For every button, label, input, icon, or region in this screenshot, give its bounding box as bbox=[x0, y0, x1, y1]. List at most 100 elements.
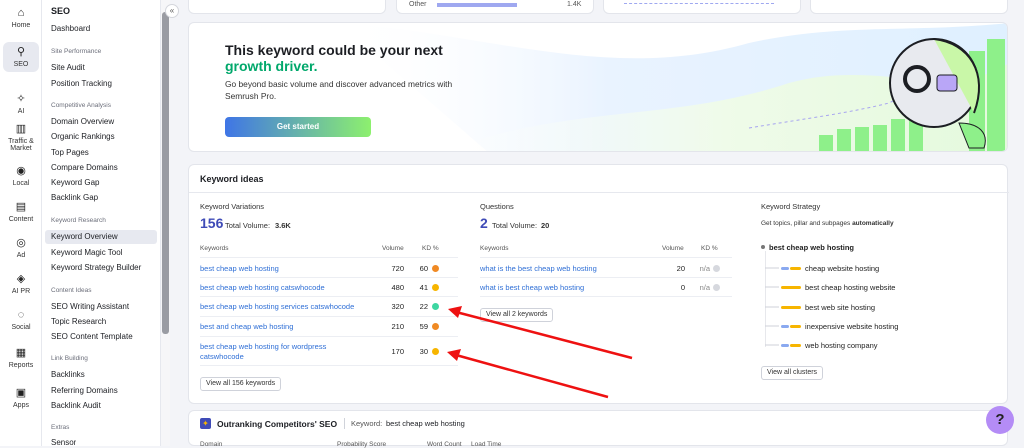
rail-item-local[interactable]: ◉ Local bbox=[0, 164, 42, 187]
row-divider bbox=[200, 316, 458, 317]
cluster-bar bbox=[790, 267, 801, 270]
keyword-link[interactable]: best cheap web hosting catswhocode bbox=[200, 283, 325, 293]
nav-position-tracking[interactable]: Position Tracking bbox=[51, 79, 112, 88]
rail-label: Traffic & bbox=[8, 138, 34, 145]
nav-section-link-building: Link Building bbox=[51, 355, 88, 362]
nav-dashboard[interactable]: Dashboard bbox=[51, 24, 90, 33]
row-divider bbox=[200, 365, 458, 366]
cluster-item[interactable]: best web site hosting bbox=[805, 303, 875, 312]
rail-label: Ad bbox=[16, 252, 26, 259]
row-divider bbox=[200, 257, 458, 258]
strategy-tree-lines bbox=[765, 251, 779, 347]
nav-keyword-strategy-builder[interactable]: Keyword Strategy Builder bbox=[51, 263, 141, 272]
kd-difficulty-dot bbox=[432, 303, 439, 310]
variations-total-value: 3.6K bbox=[275, 221, 291, 230]
promo-banner: This keyword could be your next growth d… bbox=[188, 22, 1008, 152]
nav-backlink-audit[interactable]: Backlink Audit bbox=[51, 401, 101, 410]
nav-section-extras: Extras bbox=[51, 424, 70, 431]
rail-label: Content bbox=[8, 216, 34, 223]
get-started-button[interactable]: Get started bbox=[225, 117, 371, 137]
dashed-line bbox=[624, 3, 774, 4]
rail-item-ai-pr[interactable]: ◈ AI PR bbox=[0, 272, 42, 295]
nav-section-content-ideas: Content Ideas bbox=[51, 287, 92, 294]
ad-icon: ◎ bbox=[16, 237, 26, 249]
cluster-item[interactable]: best cheap hosting website bbox=[805, 283, 895, 292]
view-all-keywords-button[interactable]: View all 156 keywords bbox=[200, 377, 282, 391]
nav-keyword-overview[interactable]: Keyword Overview bbox=[45, 230, 157, 244]
col-load-time: Load Time bbox=[471, 441, 502, 448]
keyword-link[interactable]: best cheap web hosting for wordpress bbox=[200, 342, 326, 352]
col-volume: Volume bbox=[662, 245, 684, 252]
view-all-clusters-button[interactable]: View all clusters bbox=[761, 366, 824, 380]
nav-domain-overview[interactable]: Domain Overview bbox=[51, 117, 114, 126]
col-word-count: Word Count bbox=[427, 441, 462, 448]
nav-title: SEO bbox=[51, 6, 71, 16]
nav-top-pages[interactable]: Top Pages bbox=[51, 148, 89, 157]
rail-item-content[interactable]: ▤ Content bbox=[0, 200, 42, 223]
kd-difficulty-dot bbox=[432, 323, 439, 330]
volume-value: 480 bbox=[391, 283, 404, 292]
nav-keyword-magic-tool[interactable]: Keyword Magic Tool bbox=[51, 248, 122, 257]
keyword-link[interactable]: best and cheap web hosting bbox=[200, 322, 293, 332]
rail-item-reports[interactable]: ▦ Reports bbox=[0, 346, 42, 369]
cluster-item[interactable]: cheap website hosting bbox=[805, 264, 879, 273]
divider bbox=[344, 418, 345, 429]
strategy-subtitle: Get topics, pillar and subpages automati… bbox=[761, 220, 894, 227]
nav-referring-domains[interactable]: Referring Domains bbox=[51, 386, 118, 395]
keyword-link[interactable]: best cheap web hosting bbox=[200, 264, 279, 274]
nav-compare-domains[interactable]: Compare Domains bbox=[51, 163, 118, 172]
home-icon: ⌂ bbox=[17, 7, 25, 19]
rail-item-traffic[interactable]: ▥ Traffic & Market bbox=[0, 122, 42, 152]
kd-value: n/a bbox=[699, 264, 710, 273]
other-bar bbox=[437, 3, 517, 7]
kd-value: 60 bbox=[419, 264, 428, 273]
help-button[interactable]: ? bbox=[986, 406, 1014, 434]
nav-site-audit[interactable]: Site Audit bbox=[51, 63, 85, 72]
nav-scrollbar[interactable] bbox=[161, 0, 170, 446]
rail-item-home[interactable]: ⌂ Home bbox=[0, 6, 42, 29]
nav-scrollbar-thumb[interactable] bbox=[162, 12, 169, 334]
nav-backlinks[interactable]: Backlinks bbox=[51, 370, 85, 379]
view-all-questions-button[interactable]: View all 2 keywords bbox=[480, 308, 554, 322]
banner-heading: This keyword could be your next bbox=[225, 42, 443, 58]
content-icon: ▤ bbox=[15, 201, 27, 213]
question-link[interactable]: what is best cheap web hosting bbox=[480, 283, 584, 293]
variations-count[interactable]: 156 bbox=[200, 215, 223, 231]
nav-section-competitive: Competitive Analysis bbox=[51, 102, 111, 109]
col-kd: KD % bbox=[701, 245, 718, 252]
keyword-ideas-title: Keyword ideas bbox=[200, 174, 264, 184]
rail-item-seo[interactable]: ⚲ SEO bbox=[3, 42, 39, 72]
cluster-item[interactable]: inexpensive website hosting bbox=[805, 322, 898, 331]
apps-icon: ▣ bbox=[15, 387, 27, 399]
top-card-4 bbox=[810, 0, 1008, 14]
nav-sensor[interactable]: Sensor bbox=[51, 438, 76, 446]
nav-seo-writing-assistant[interactable]: SEO Writing Assistant bbox=[51, 302, 129, 311]
nav-backlink-gap[interactable]: Backlink Gap bbox=[51, 193, 98, 202]
question-link[interactable]: what is the best cheap web hosting bbox=[480, 264, 597, 274]
strategy-heading: Keyword Strategy bbox=[761, 202, 821, 211]
ai-icon: ✧ bbox=[16, 93, 26, 105]
seo-nav-panel: SEO Dashboard Site Performance Site Audi… bbox=[42, 0, 161, 446]
keyword-ideas-panel: Keyword ideas Keyword Variations 156 Tot… bbox=[188, 164, 1009, 404]
rail-item-social[interactable]: ◌ Social bbox=[0, 308, 42, 331]
nav-keyword-gap[interactable]: Keyword Gap bbox=[51, 178, 99, 187]
cluster-bar bbox=[781, 325, 789, 328]
rail-item-ad[interactable]: ◎ Ad bbox=[0, 236, 42, 259]
nav-seo-content-template[interactable]: SEO Content Template bbox=[51, 332, 133, 341]
rail-item-apps[interactable]: ▣ Apps bbox=[0, 386, 42, 409]
collapse-sidebar-button[interactable]: « bbox=[165, 4, 179, 18]
nav-topic-research[interactable]: Topic Research bbox=[51, 317, 106, 326]
row-divider bbox=[200, 296, 458, 297]
outranking-title: Outranking Competitors' SEO bbox=[217, 419, 338, 429]
volume-value: 720 bbox=[391, 264, 404, 273]
kd-value: 22 bbox=[419, 302, 428, 311]
nav-organic-rankings[interactable]: Organic Rankings bbox=[51, 132, 115, 141]
rail-item-ai[interactable]: ✧ AI bbox=[0, 92, 42, 115]
strategy-subtitle-text: Get topics, pillar and subpages bbox=[761, 220, 853, 227]
top-card-2: Other 1.4K bbox=[396, 0, 594, 14]
keyword-link-wrap[interactable]: catswhocode bbox=[200, 352, 244, 362]
cluster-item[interactable]: web hosting company bbox=[805, 341, 878, 350]
variations-heading: Keyword Variations bbox=[200, 202, 265, 211]
keyword-link[interactable]: best cheap web hosting services catswhoc… bbox=[200, 302, 354, 312]
questions-count[interactable]: 2 bbox=[480, 215, 488, 231]
